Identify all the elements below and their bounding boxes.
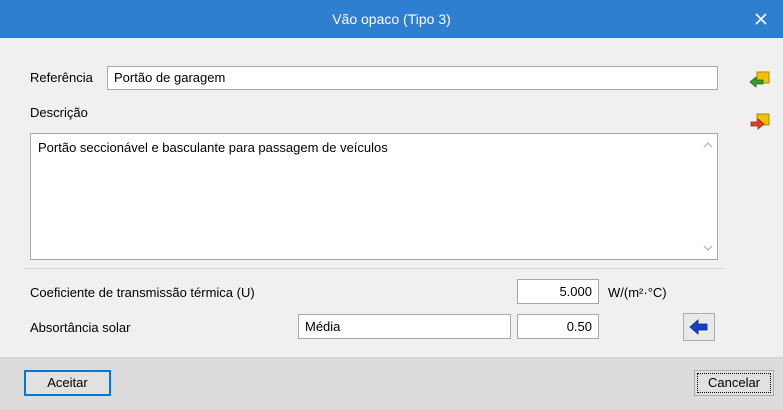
description-textarea[interactable]: Portão seccionável e basculante para pas… xyxy=(30,133,718,260)
dialog-footer: Aceitar Cancelar xyxy=(0,357,783,409)
select-absorptance-button[interactable] xyxy=(683,313,715,341)
section-divider xyxy=(24,268,724,269)
thermal-unit-label: W/(m²·°C) xyxy=(608,285,667,300)
description-scrollbar[interactable] xyxy=(699,134,717,259)
title-bar: Vão opaco (Tipo 3) xyxy=(0,0,783,38)
scroll-up-icon xyxy=(703,142,713,148)
scroll-down-icon xyxy=(703,245,713,251)
blue-left-arrow-icon xyxy=(689,319,708,335)
cancel-button[interactable]: Cancelar xyxy=(694,370,774,396)
absorptance-value-input[interactable]: 0.50 xyxy=(517,314,599,339)
close-icon xyxy=(755,13,767,25)
close-button[interactable] xyxy=(739,0,783,38)
dialog-title: Vão opaco (Tipo 3) xyxy=(332,11,451,27)
export-button[interactable] xyxy=(747,111,773,133)
import-arrow-icon xyxy=(749,71,770,88)
export-arrow-icon xyxy=(750,113,770,130)
absorptance-class-field[interactable]: Média xyxy=(298,314,511,339)
absorptance-label: Absortância solar xyxy=(30,320,131,335)
description-text: Portão seccionável e basculante para pas… xyxy=(38,140,388,155)
import-button[interactable] xyxy=(747,69,773,91)
accept-button[interactable]: Aceitar xyxy=(24,370,111,396)
thermal-coefficient-input[interactable]: 5.000 xyxy=(517,279,599,304)
description-label: Descrição xyxy=(30,105,88,120)
reference-input[interactable]: Portão de garagem xyxy=(107,66,718,90)
reference-label: Referência xyxy=(30,70,93,85)
thermal-coefficient-label: Coeficiente de transmissão térmica (U) xyxy=(30,285,255,300)
